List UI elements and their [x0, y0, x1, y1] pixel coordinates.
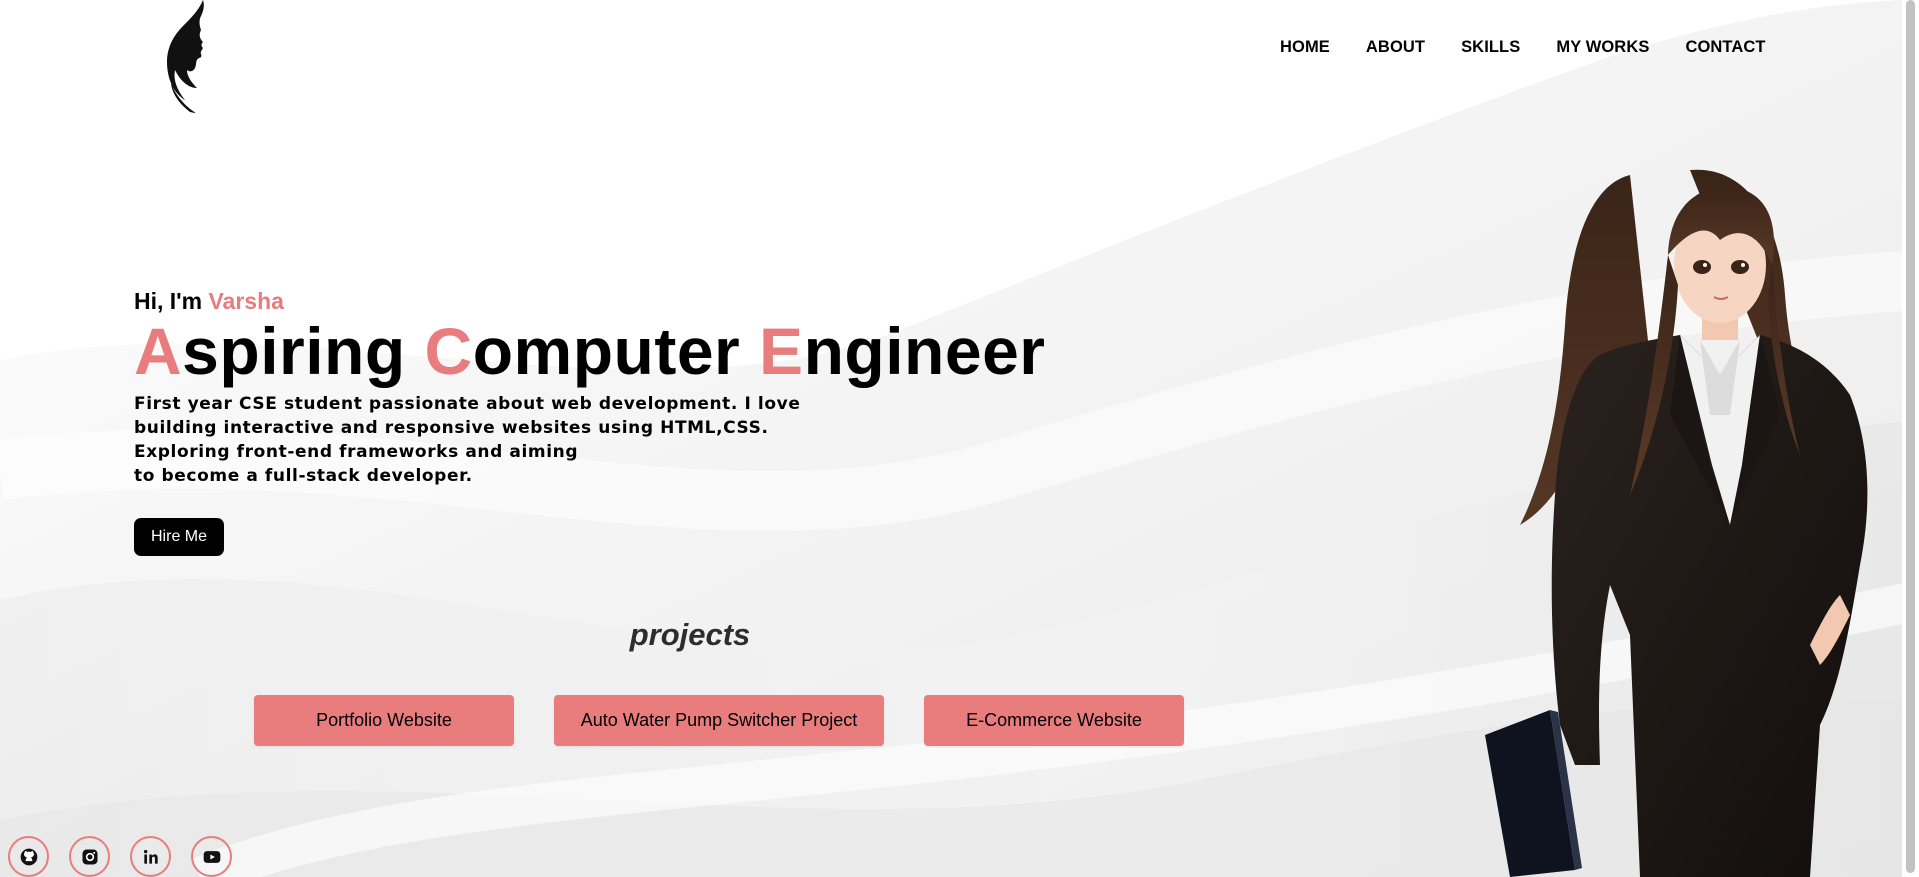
- linkedin-icon: [143, 849, 158, 864]
- description-line: building interactive and responsive webs…: [134, 418, 769, 438]
- nav-contact[interactable]: CONTACT: [1685, 38, 1765, 57]
- linkedin-link[interactable]: [130, 836, 171, 877]
- greeting-prefix: Hi, I'm: [134, 288, 209, 314]
- greeting: Hi, I'm Varsha: [134, 288, 1045, 314]
- project-portfolio-website-button[interactable]: Portfolio Website: [254, 695, 514, 746]
- youtube-link[interactable]: [191, 836, 232, 877]
- instagram-link[interactable]: [69, 836, 110, 877]
- instagram-icon: [82, 849, 97, 864]
- description-line: Exploring front-end frameworks and aimin…: [134, 442, 579, 462]
- nav-skills[interactable]: SKILLS: [1461, 38, 1520, 57]
- headline-initial-e: E: [759, 314, 804, 388]
- hero-description: First year CSE student passionate about …: [134, 392, 801, 488]
- description-line: to become a full-stack developer.: [134, 466, 473, 486]
- logo-silhouette-icon: [167, 0, 204, 113]
- main-nav: HOME ABOUT SKILLS MY WORKS CONTACT: [1280, 38, 1766, 57]
- nav-about[interactable]: ABOUT: [1366, 38, 1425, 57]
- headline-word-3: ngineer: [803, 314, 1046, 388]
- youtube-icon: [203, 850, 220, 863]
- github-link[interactable]: [8, 836, 49, 877]
- social-links: [8, 836, 252, 877]
- nav-home[interactable]: HOME: [1280, 38, 1330, 57]
- hire-me-button[interactable]: Hire Me: [134, 518, 225, 556]
- headline-word-1: spiring: [182, 314, 406, 388]
- headline: Aspiring Computer Engineer: [134, 314, 1045, 388]
- hero-section: Hi, I'm Varsha Aspiring Computer Enginee…: [134, 288, 1045, 556]
- project-water-pump-button[interactable]: Auto Water Pump Switcher Project: [554, 695, 884, 746]
- headline-initial-a: A: [134, 314, 183, 388]
- project-ecommerce-button[interactable]: E-Commerce Website: [924, 695, 1184, 746]
- headline-word-2: omputer: [472, 314, 741, 388]
- projects-heading: projects: [629, 617, 751, 652]
- vertical-scrollbar[interactable]: [1902, 0, 1919, 877]
- headline-initial-c: C: [424, 314, 473, 388]
- character-illustration: [1485, 169, 1868, 877]
- nav-my-works[interactable]: MY WORKS: [1556, 38, 1649, 57]
- github-icon: [20, 848, 37, 865]
- scrollbar-thumb[interactable]: [1906, 0, 1915, 873]
- description-line: First year CSE student passionate about …: [134, 394, 801, 414]
- greeting-name: Varsha: [208, 288, 284, 314]
